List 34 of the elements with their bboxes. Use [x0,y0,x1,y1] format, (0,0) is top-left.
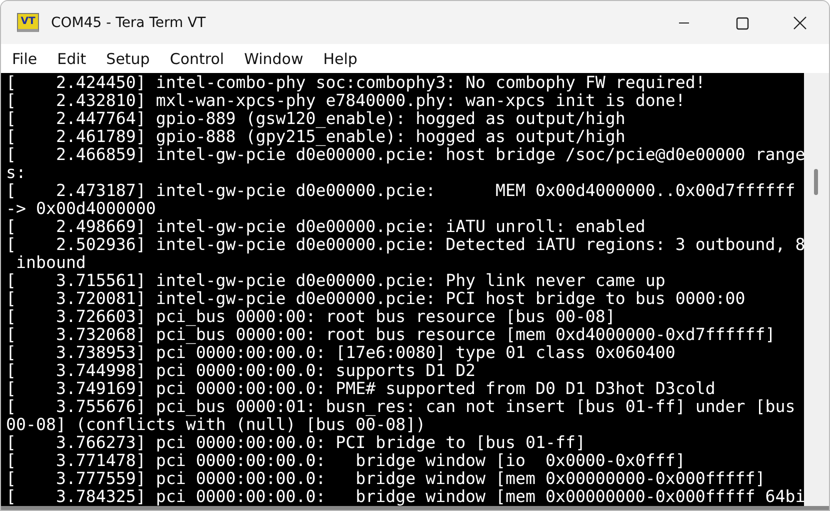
scrollbar-thumb[interactable] [814,169,818,195]
terminal-line: [ 2.473187] intel-gw-pcie d0e00000.pcie: MEM 0x00d4000000..0x00d7ffffff [6,182,796,200]
terminal-line: [ 3.738953] pci 0000:00:00.0: [17e6:0080] type 01 class 0x060400 [6,344,676,362]
terminal-line: [ 3.732068] pci_bus 0000:00: root bus resource [mem 0xd4000000-0xd7ffffff] [6,326,776,344]
menu-item[interactable]: Setup [96,50,160,68]
terminal-line: [ 3.726603] pci_bus 0000:00: root bus resource [bus 00-08] [6,308,616,326]
terminal-line: [ 3.744998] pci 0000:00:00.0: supports D1 D2 [6,362,476,380]
terminal-line: [ 3.784325] pci 0000:00:00.0: bridge window [mem 0x00000000-0x000fffff 64bi [6,488,804,506]
terminal-line: [ 2.466859] intel-gw-pcie d0e00000.pcie: host bridge /soc/pcie@d0e00000 range [6,146,804,164]
terminal-line: [ 2.432810] mxl-wan-xpcs-phy e7840000.phy: wan-xpcs init is done! [6,92,686,110]
menu-item[interactable]: Help [313,50,368,68]
terminal-line: [ 3.755676] pci_bus 0000:01: busn_res: can not insert [bus 01-ff] under [bus [6,398,796,416]
terminal-line: [ 3.771478] pci 0000:00:00.0: bridge window [io 0x0000-0x0fff] [6,452,686,470]
terminal-line: [ 3.766273] pci 0000:00:00.0: PCI bridge to [bus 01-ff] [6,434,586,452]
scrollbar[interactable] [804,73,829,506]
terminal-line: [ 2.502936] intel-gw-pcie d0e00000.pcie: Detected iATU regions: 3 outbound, 8 [6,236,804,254]
menu-item[interactable]: Edit [47,50,96,68]
window-title: COM45 - Tera Term VT [51,14,206,31]
terminal-line: [ 2.424450] intel-combo-phy soc:combophy3: No combophy FW required! [6,74,706,92]
terminal-line: [ 2.447764] gpio-889 (gsw120_enable): hogged as output/high [6,110,626,128]
menu-item[interactable]: File [2,50,48,68]
terminal-line: inbound [14,254,87,272]
terminal-line: s: [6,164,27,182]
terminal-line: [ 3.715561] intel-gw-pcie d0e00000.pcie: Phy link never came up [6,272,666,290]
terminal-line: [ 3.720081] intel-gw-pcie d0e00000.pcie: PCI host bridge to bus 0000:00 [6,290,746,308]
terminal-line: [ 2.461789] gpio-888 (gpy215_enable): hogged as output/high [6,128,626,146]
menu-item[interactable]: Control [160,50,234,68]
menu-item[interactable]: Window [234,50,314,68]
terminal-line: [ 3.749169] pci 0000:00:00.0: PME# supported from D0 D1 D3hot D3cold [6,380,716,398]
terminal-line: [ 3.777559] pci 0000:00:00.0: bridge window [mem 0x00000000-0x000fffff] [6,470,766,488]
terminal-line: [ 2.498669] intel-gw-pcie d0e00000.pcie: iATU unroll: enabled [6,218,646,236]
app-logo: VT [17,13,39,32]
terminal-line: -> 0x00d4000000 [6,200,157,218]
terminal-line: 00-08] (conflicts with (null) [bus 00-08]) [6,416,427,434]
